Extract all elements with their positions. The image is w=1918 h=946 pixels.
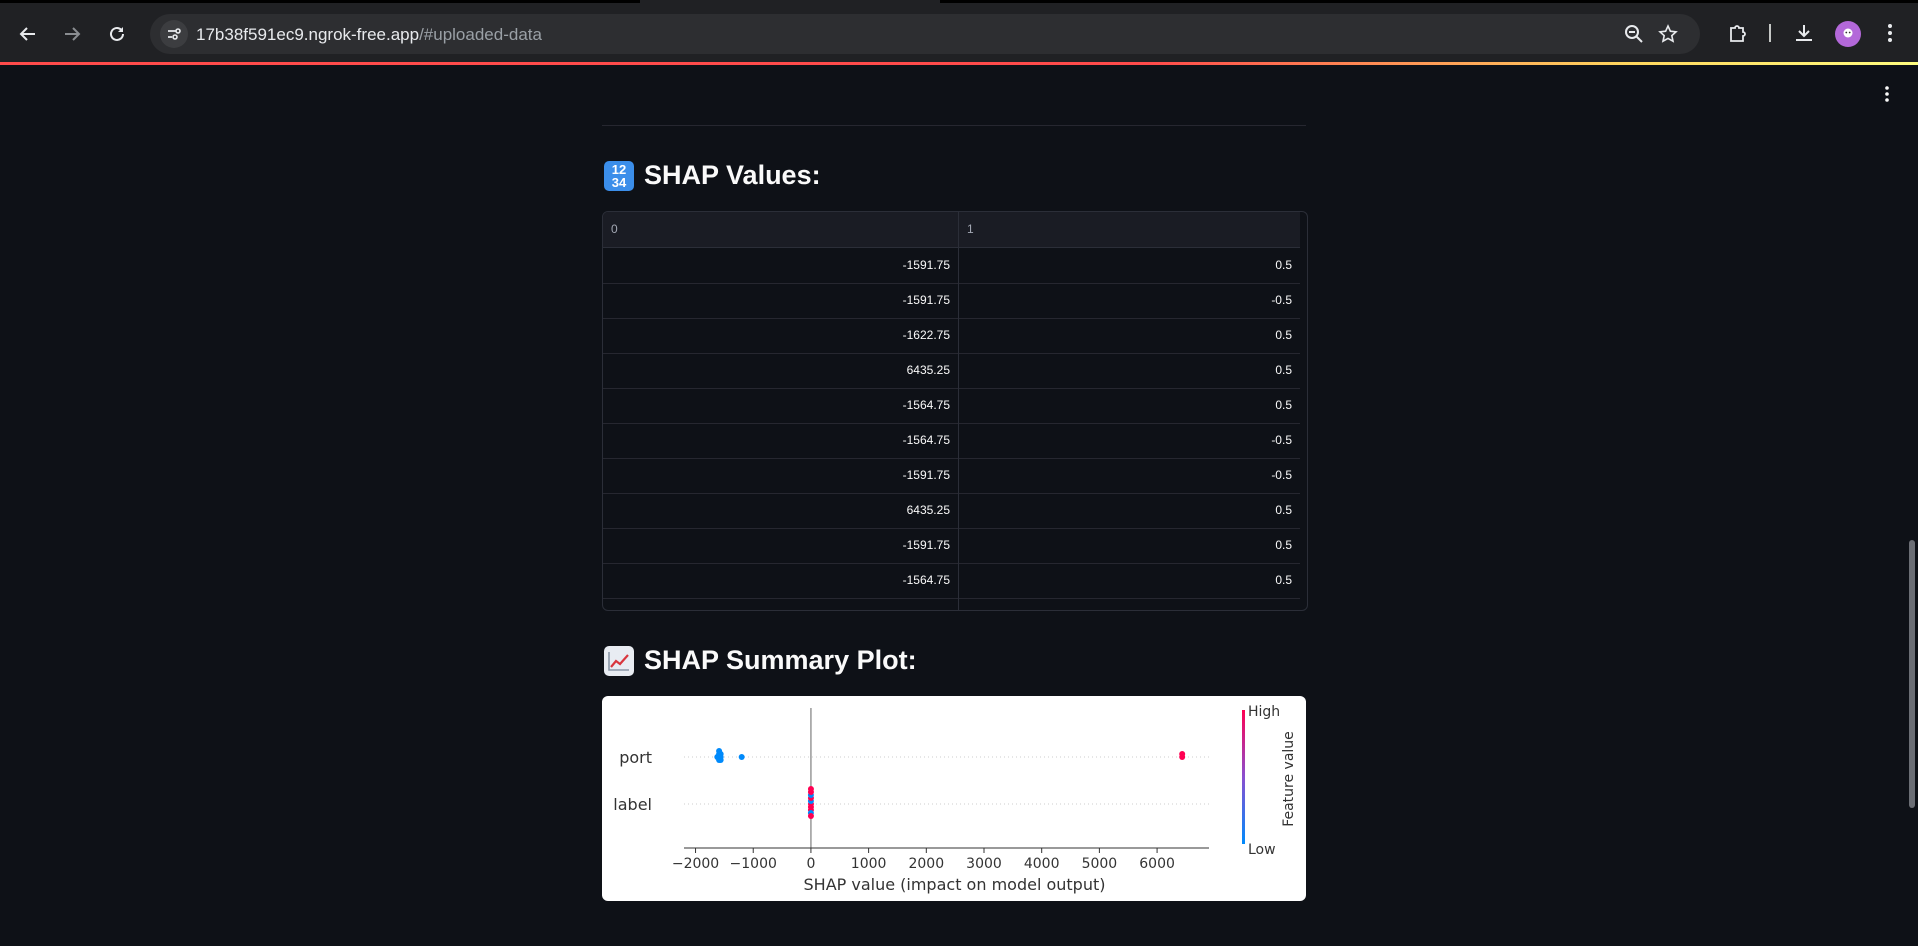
table-header: 0 1 (603, 212, 1300, 248)
table-row[interactable]: -1591.75 0.5 (603, 528, 1300, 564)
download-icon (1796, 25, 1812, 41)
feature-label: label (613, 795, 652, 814)
x-tick-label: 6000 (1139, 856, 1175, 872)
shap-summary-title: SHAP Summary Plot: (644, 645, 917, 675)
table-row[interactable]: -1591.75 -0.5 (603, 283, 1300, 319)
table-row[interactable]: -1564.75 0.5 (603, 388, 1300, 424)
more-vert-icon (1885, 86, 1889, 102)
table-cell[interactable]: 0.5 (959, 528, 1300, 563)
x-axis-label: SHAP value (impact on model output) (804, 875, 1106, 894)
colorbar-title: Feature value (1281, 731, 1297, 827)
toolbar-divider (1769, 24, 1771, 42)
shap-point (807, 786, 814, 792)
colorbar-high-label: High (1248, 704, 1280, 720)
colorbar-low-label: Low (1248, 842, 1276, 858)
star-icon (1658, 24, 1678, 43)
summary-plot-svg: −2000 −1000 0 1000 2000 3000 4000 5000 6000 SHAP … (613, 704, 1297, 894)
address-bar[interactable]: 17b38f591ec9.ngrok-free.app/#uploaded-da… (150, 14, 1700, 54)
page-scrollbar[interactable] (1909, 540, 1915, 808)
table-row[interactable]: -1564.75 -0.5 (603, 423, 1300, 459)
column-header[interactable]: 1 (959, 212, 1300, 247)
bookmark-button[interactable] (1657, 23, 1679, 45)
table-cell[interactable]: -0.5 (959, 458, 1300, 493)
table-cell[interactable]: -1591.75 (603, 248, 958, 283)
app-status-bar (0, 62, 1918, 65)
table-cell[interactable]: -1591.75 (603, 458, 958, 493)
shap-point (807, 813, 814, 819)
browser-toolbar: 17b38f591ec9.ngrok-free.app/#uploaded-da… (0, 0, 1918, 64)
table-row[interactable]: 6435.25 0.5 (603, 493, 1300, 529)
previous-table-edge (602, 118, 1306, 126)
numbers-icon: 12 34 (604, 160, 634, 191)
table-cell[interactable]: 0.5 (959, 493, 1300, 528)
table-cell[interactable]: -0.5 (959, 423, 1300, 458)
app-main-menu-button[interactable] (1880, 84, 1894, 104)
puzzle-icon (1730, 25, 1746, 42)
tab-strip-edge (0, 0, 640, 3)
table-cell[interactable]: 0.5 (959, 248, 1300, 283)
url-text: 17b38f591ec9.ngrok-free.app/#uploaded-da… (196, 25, 542, 45)
reload-button[interactable] (97, 14, 137, 54)
table-cell[interactable]: -0.5 (959, 283, 1300, 318)
shap-values-table[interactable]: 0 1 -1591.75 0.5 -1591.75 -0.5 -1622.75 0.5 64… (602, 211, 1308, 611)
column-divider (958, 212, 959, 610)
profile-avatar[interactable] (1835, 21, 1861, 47)
shap-point (717, 751, 724, 757)
url-host: 17b38f591ec9.ngrok-free.app (196, 25, 420, 44)
table-row[interactable]: -1564.75 0.5 (603, 563, 1300, 599)
shap-values-heading: 12 34 SHAP Values: (604, 160, 821, 191)
table-cell[interactable]: 6435.25 (603, 493, 958, 528)
table-cell[interactable]: 0.5 (959, 318, 1300, 353)
browser-menu-button[interactable] (1877, 20, 1903, 46)
more-vert-icon (1888, 24, 1892, 42)
shap-point (738, 754, 745, 760)
table-cell[interactable]: -1591.75 (603, 528, 958, 563)
forward-button[interactable] (52, 14, 92, 54)
x-tick-label: −2000 (672, 856, 719, 872)
site-settings-button[interactable] (160, 20, 188, 48)
downloads-button[interactable] (1791, 20, 1817, 46)
table-cell[interactable]: -1564.75 (603, 388, 958, 423)
reload-icon (110, 26, 124, 41)
table-cell[interactable]: 0.5 (959, 388, 1300, 423)
colorbar (1242, 710, 1245, 844)
chart-increasing-icon (604, 645, 634, 676)
x-tick-label: 0 (806, 856, 815, 872)
shap-point (717, 757, 724, 763)
table-row[interactable]: -1622.75 0.5 (603, 318, 1300, 354)
zoom-out-icon (1625, 25, 1643, 43)
table-cell[interactable]: 0.5 (959, 563, 1300, 598)
arrow-right-icon (65, 27, 81, 41)
shap-summary-heading: SHAP Summary Plot: (604, 645, 917, 676)
table-cell[interactable]: -1591.75 (603, 283, 958, 318)
x-tick-label: 4000 (1024, 856, 1060, 872)
table-row[interactable]: 6435.25 0.5 (603, 353, 1300, 389)
table-cell[interactable]: -1564.75 (603, 563, 958, 598)
table-cell[interactable]: -1622.75 (603, 318, 958, 353)
profile-icon (1843, 28, 1853, 38)
arrow-left-icon (19, 27, 35, 41)
zoom-button[interactable] (1623, 23, 1645, 45)
x-tick-label: 2000 (908, 856, 944, 872)
column-header[interactable]: 0 (603, 212, 958, 247)
extensions-button[interactable] (1725, 20, 1751, 46)
table-cell[interactable]: 6435.25 (603, 353, 958, 388)
table-cell[interactable]: 0.5 (959, 353, 1300, 388)
tab-strip-edge (940, 0, 1918, 3)
shap-summary-plot: −2000 −1000 0 1000 2000 3000 4000 5000 6000 SHAP … (602, 696, 1306, 901)
feature-label: port (619, 748, 652, 767)
url-path: /#uploaded-data (419, 25, 542, 44)
table-cell[interactable]: -1564.75 (603, 423, 958, 458)
shap-point (1179, 751, 1186, 757)
back-button[interactable] (8, 14, 48, 54)
tune-icon (168, 28, 181, 40)
x-tick-label: 5000 (1082, 856, 1118, 872)
table-row[interactable]: -1591.75 0.5 (603, 248, 1300, 284)
table-row-partial (603, 598, 1300, 610)
x-tick-label: 1000 (851, 856, 887, 872)
table-row[interactable]: -1591.75 -0.5 (603, 458, 1300, 494)
x-tick-label: 3000 (966, 856, 1002, 872)
shap-values-title: SHAP Values: (644, 160, 821, 190)
x-tick-label: −1000 (730, 856, 777, 872)
